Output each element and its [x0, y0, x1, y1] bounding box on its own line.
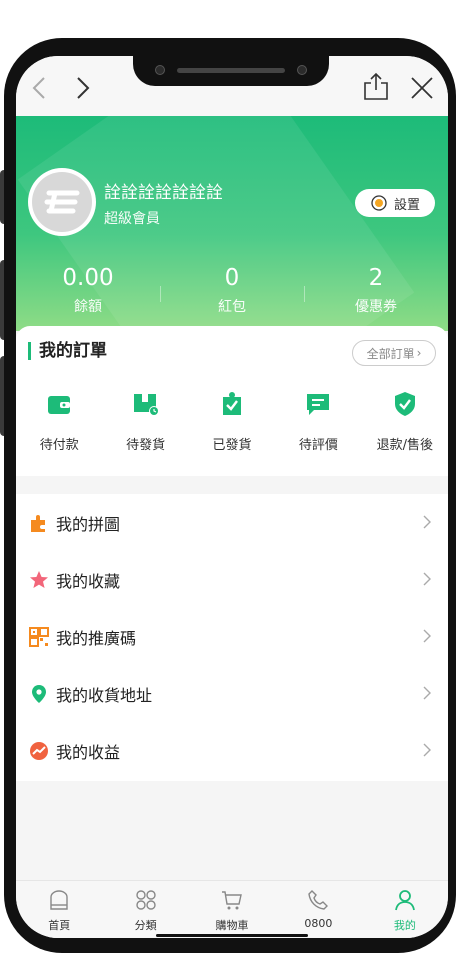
location-pin-icon [32, 684, 46, 703]
settings-button[interactable]: 設置 [355, 189, 435, 217]
tab-label: 分類 [134, 919, 157, 932]
tab-label: 我的 [393, 919, 416, 932]
chevron-right-icon [423, 743, 431, 757]
menu-item-label: 我的收貨地址 [56, 685, 153, 705]
earnings-icon [30, 741, 48, 760]
star-icon [30, 570, 48, 588]
phone-icon [308, 890, 329, 910]
puzzle-icon [31, 514, 45, 532]
menu-item-label: 我的收益 [56, 742, 121, 762]
brand-logo-icon [44, 190, 80, 214]
tab-label: 首頁 [48, 919, 71, 932]
chevron-right-icon [423, 515, 431, 529]
gear-icon [371, 195, 387, 211]
order-item-label: 已發貨 [212, 438, 252, 453]
chevron-right-icon [423, 572, 431, 586]
browser-toolbar [16, 56, 448, 116]
stat-red-packet[interactable]: 0 紅包 [160, 264, 304, 316]
bottom-tab-bar: 首頁 分類 購物車 0800 我的 [16, 880, 448, 938]
tab-label: 購物車 [215, 919, 249, 932]
menu-item-promo-code[interactable]: 我的推廣碼 [16, 608, 448, 665]
order-refund-aftersale[interactable]: 退款/售後 [362, 390, 448, 453]
shipped-check-icon [223, 392, 242, 415]
order-pending-shipment[interactable]: 待發貨 [102, 390, 188, 453]
order-pending-review[interactable]: 待評價 [275, 390, 361, 453]
home-indicator [156, 934, 308, 937]
menu-item-earnings[interactable]: 我的收益 [16, 722, 448, 779]
stat-balance[interactable]: 0.00 餘額 [16, 264, 160, 316]
stat-value: 2 [368, 265, 384, 291]
share-icon[interactable] [362, 72, 390, 100]
order-shipped[interactable]: 已發貨 [189, 390, 275, 453]
account-stats: 0.00 餘額 0 紅包 2 優惠券 [16, 264, 448, 316]
tab-cart[interactable]: 購物車 [189, 881, 275, 938]
qr-code-icon [29, 626, 49, 647]
order-item-label: 待發貨 [126, 438, 166, 453]
chevron-right-icon [423, 629, 431, 643]
stat-label: 優惠券 [355, 299, 397, 315]
category-icon [135, 890, 156, 910]
orders-title: 我的訂單 [28, 342, 107, 360]
stat-label: 紅包 [218, 299, 246, 315]
menu-item-label: 我的收藏 [56, 571, 121, 591]
order-item-label: 待付款 [39, 438, 79, 453]
orders-card: 我的訂單 全部訂單 › 待付款 待發貨 已發貨 待評價 退款/售後 [16, 326, 448, 476]
tab-home[interactable]: 首頁 [16, 881, 102, 938]
wallet-icon [48, 396, 71, 414]
menu-item-label: 我的推廣碼 [56, 628, 137, 648]
phone-notch [133, 56, 329, 86]
all-orders-button[interactable]: 全部訂單 › [352, 340, 436, 366]
menu-item-label: 我的拼圖 [56, 514, 121, 534]
profile-header: 詮詮詮詮詮詮詮 超級會員 設置 0.00 餘額 0 紅包 2 優惠券 [16, 116, 448, 331]
comment-icon [307, 394, 330, 415]
home-icon [50, 890, 68, 910]
chevron-right-icon [423, 686, 431, 700]
chevron-right-icon[interactable] [68, 74, 96, 102]
order-item-label: 待評價 [298, 438, 338, 453]
member-level: 超級會員 [104, 211, 160, 227]
chevron-left-icon[interactable] [26, 74, 54, 102]
menu-list: 我的拼圖 我的收藏 我的推廣碼 我的收貨地址 我的收益 [16, 494, 448, 781]
tab-me[interactable]: 我的 [362, 881, 448, 938]
stat-label: 餘額 [74, 299, 102, 315]
shield-check-icon [394, 392, 415, 416]
tab-label: 0800 [304, 917, 333, 930]
menu-item-favorites[interactable]: 我的收藏 [16, 551, 448, 608]
user-icon [394, 890, 415, 911]
menu-item-address[interactable]: 我的收貨地址 [16, 665, 448, 722]
order-pending-payment[interactable]: 待付款 [16, 390, 102, 453]
order-status-row: 待付款 待發貨 已發貨 待評價 退款/售後 [16, 390, 448, 453]
chevron-right-icon: › [416, 346, 422, 360]
close-icon[interactable] [408, 74, 436, 102]
order-item-label: 退款/售後 [376, 438, 434, 453]
menu-item-puzzle[interactable]: 我的拼圖 [16, 494, 448, 551]
settings-label: 設置 [393, 197, 420, 213]
tab-category[interactable]: 分類 [102, 881, 188, 938]
all-orders-label: 全部訂單 [366, 346, 415, 361]
avatar[interactable] [28, 168, 96, 236]
package-clock-icon [133, 394, 159, 416]
phone-screen: 詮詮詮詮詮詮詮 超級會員 設置 0.00 餘額 0 紅包 2 優惠券 我的訂單 … [16, 56, 448, 938]
tab-phone[interactable]: 0800 [275, 881, 361, 938]
cart-icon [222, 891, 242, 910]
stat-coupons[interactable]: 2 優惠券 [304, 264, 448, 316]
stat-value: 0.00 [62, 265, 114, 291]
username: 詮詮詮詮詮詮詮 [104, 183, 223, 203]
stat-value: 0 [224, 265, 240, 291]
